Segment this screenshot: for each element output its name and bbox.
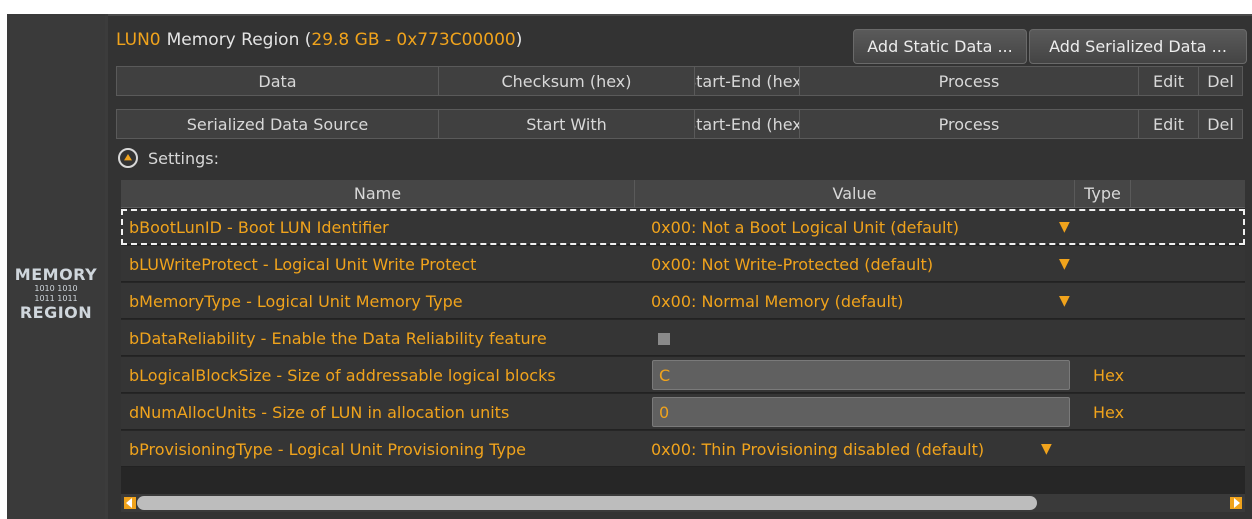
horizontal-scrollbar[interactable] — [121, 494, 1245, 512]
add-serialized-data-button[interactable]: Add Serialized Data ... — [1029, 29, 1247, 64]
data-reliability-checkbox[interactable] — [658, 333, 670, 345]
app-window: MEMORY 1010 1010 1011 1011 REGION LUN0 Me… — [0, 0, 1252, 519]
settings-toggle[interactable]: Settings: — [118, 148, 219, 168]
col-process[interactable]: Process — [800, 110, 1139, 138]
grid-header: Name Value Type — [121, 180, 1245, 208]
row-name: bMemoryType - Logical Unit Memory Type — [129, 291, 463, 311]
col-start-end[interactable]: Start-End (hex) — [695, 67, 800, 95]
logo-top-text: MEMORY — [14, 265, 98, 284]
row-bbootlunid[interactable]: bBootLunID - Boot LUN Identifier 0x00: N… — [121, 209, 1245, 245]
col-serialized-source[interactable]: Serialized Data Source — [117, 110, 439, 138]
dropdown-arrow-icon[interactable]: ▼ — [1059, 283, 1070, 319]
settings-label: Settings: — [148, 148, 220, 168]
row-type: Hex — [1093, 402, 1125, 422]
row-value-dropdown[interactable]: 0x00: Normal Memory (default) — [651, 283, 903, 319]
logo-bottom-text: REGION — [19, 303, 93, 322]
row-name: bDataReliability - Enable the Data Relia… — [129, 328, 547, 348]
scroll-thumb[interactable] — [137, 496, 1037, 510]
row-dnumallocunits[interactable]: dNumAllocUnits - Size of LUN in allocati… — [121, 394, 1245, 430]
col-edit[interactable]: Edit — [1139, 110, 1199, 138]
row-bluwriteprotect[interactable]: bLUWriteProtect - Logical Unit Write Pro… — [121, 246, 1245, 282]
dropdown-arrow-icon[interactable]: ▼ — [1041, 431, 1052, 467]
lun-id: LUN0 — [116, 30, 161, 50]
header-value[interactable]: Value — [635, 180, 1075, 207]
header-type[interactable]: Type — [1075, 180, 1131, 207]
col-start-end[interactable]: Start-End (hex) — [695, 110, 800, 138]
memory-region-logo: MEMORY 1010 1010 1011 1011 REGION — [7, 266, 105, 322]
collapse-icon[interactable] — [118, 148, 138, 168]
left-sidebar: MEMORY 1010 1010 1011 1011 REGION — [7, 14, 105, 519]
row-value-dropdown[interactable]: 0x00: Not a Boot Logical Unit (default) — [651, 209, 959, 245]
serialized-data-header: Serialized Data Source Start With Start-… — [116, 109, 1243, 139]
lun-panel: LUN0 Memory Region (29.8 GB - 0x773C00000… — [108, 14, 1252, 519]
col-process[interactable]: Process — [800, 67, 1139, 95]
settings-grid: Name Value Type bBootLunID - Boot LUN Id… — [121, 180, 1245, 510]
col-del[interactable]: Del — [1199, 110, 1242, 138]
logo-bits-1: 1010 1010 — [34, 284, 78, 293]
main-panel: LUN0 Memory Region (29.8 GB - 0x773C00000… — [105, 14, 1252, 519]
scroll-right-icon[interactable] — [1230, 497, 1242, 509]
num-alloc-units-input[interactable]: 0 — [652, 397, 1070, 427]
title-close: ) — [515, 30, 523, 50]
col-del[interactable]: Del — [1199, 67, 1242, 95]
row-name: bLUWriteProtect - Logical Unit Write Pro… — [129, 254, 477, 274]
dropdown-arrow-icon[interactable]: ▼ — [1059, 209, 1070, 245]
page-title: LUN0 Memory Region (29.8 GB - 0x773C00000… — [116, 30, 522, 50]
title-label: Memory Region ( — [166, 30, 312, 50]
dropdown-arrow-icon[interactable]: ▼ — [1059, 246, 1070, 282]
row-name: bProvisioningType - Logical Unit Provisi… — [129, 439, 526, 459]
row-blogicalblocksize[interactable]: bLogicalBlockSize - Size of addressable … — [121, 357, 1245, 393]
memory-size: 29.8 GB - 0x773C00000 — [311, 30, 516, 50]
col-checksum[interactable]: Checksum (hex) — [439, 67, 695, 95]
row-name: dNumAllocUnits - Size of LUN in allocati… — [129, 402, 510, 422]
logical-block-size-input[interactable]: C — [652, 360, 1070, 390]
add-static-data-button[interactable]: Add Static Data ... — [853, 29, 1027, 64]
row-bprovisioningtype[interactable]: bProvisioningType - Logical Unit Provisi… — [121, 431, 1245, 467]
header-name[interactable]: Name — [121, 180, 635, 207]
row-name: bLogicalBlockSize - Size of addressable … — [129, 365, 556, 385]
row-value-dropdown[interactable]: 0x00: Not Write-Protected (default) — [651, 246, 933, 282]
col-data[interactable]: Data — [117, 67, 439, 95]
row-bmemorytype[interactable]: bMemoryType - Logical Unit Memory Type 0… — [121, 283, 1245, 319]
col-edit[interactable]: Edit — [1139, 67, 1199, 95]
static-data-header: Data Checksum (hex) Start-End (hex) Proc… — [116, 66, 1243, 96]
row-name: bBootLunID - Boot LUN Identifier — [129, 217, 389, 237]
row-bdatareliability[interactable]: bDataReliability - Enable the Data Relia… — [121, 320, 1245, 356]
col-start-with[interactable]: Start With — [439, 110, 695, 138]
row-type: Hex — [1093, 365, 1125, 385]
scroll-left-icon[interactable] — [124, 497, 136, 509]
row-value-dropdown[interactable]: 0x00: Thin Provisioning disabled (defaul… — [651, 431, 984, 467]
